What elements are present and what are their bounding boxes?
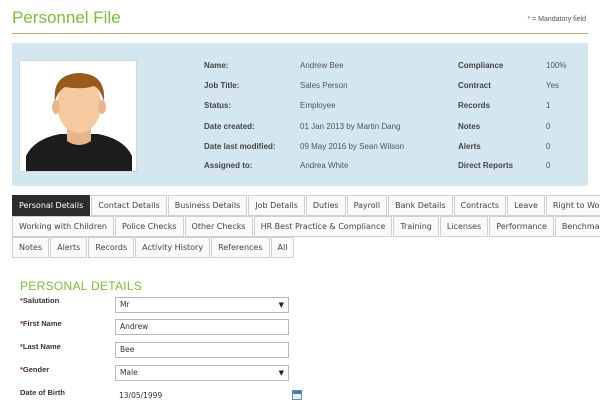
- name-value: Andrew Bee: [300, 61, 344, 70]
- first-name-value: Andrew: [120, 322, 149, 331]
- status-label: Status:: [204, 101, 232, 110]
- tab-job-details[interactable]: Job Details: [248, 195, 305, 216]
- tab-activity-history[interactable]: Activity History: [135, 237, 211, 258]
- last-name-field[interactable]: Bee: [115, 342, 289, 358]
- tab-working-with-children[interactable]: Working with Children: [12, 216, 114, 237]
- contract-value: Yes: [546, 81, 560, 90]
- assigned-to-value: Andrea White: [300, 161, 349, 170]
- tab-other-checks[interactable]: Other Checks: [184, 216, 253, 237]
- page-header: Personnel File * = Mandatory field: [12, 8, 588, 34]
- direct-reports-value: 0: [546, 161, 551, 170]
- date-created-value: 01 Jan 2013 by Martin Dang: [300, 122, 401, 131]
- status-value: Employee: [300, 101, 336, 110]
- tab-performance[interactable]: Performance: [489, 216, 554, 237]
- tab-contracts[interactable]: Contracts: [453, 195, 507, 216]
- contract-label: Contract: [458, 81, 491, 90]
- job-title-value: Sales Person: [300, 81, 348, 90]
- alerts-value: 0: [546, 142, 551, 151]
- gender-value: Male: [120, 368, 138, 377]
- direct-reports-label: Direct Reports: [458, 161, 514, 170]
- tab-hr-best-practice[interactable]: HR Best Practice & Compliance: [253, 216, 393, 237]
- avatar: [19, 60, 137, 172]
- name-label: Name:: [204, 61, 229, 70]
- dob-label: Date of Birth: [20, 388, 65, 397]
- salutation-value: Mr: [120, 300, 130, 309]
- tab-right-to-work[interactable]: Right to Work: [545, 195, 600, 216]
- tab-leave[interactable]: Leave: [507, 195, 545, 216]
- tab-duties[interactable]: Duties: [305, 195, 346, 216]
- tab-alerts[interactable]: Alerts: [50, 237, 88, 258]
- section-title: PERSONAL DETAILS: [20, 279, 143, 293]
- first-name-field[interactable]: Andrew: [115, 319, 289, 335]
- alerts-label: Alerts: [458, 142, 481, 151]
- tab-payroll[interactable]: Payroll: [346, 195, 388, 216]
- notes-value: 0: [546, 122, 551, 131]
- gender-select[interactable]: Male ▼: [115, 365, 289, 381]
- tab-police-checks[interactable]: Police Checks: [114, 216, 184, 237]
- info-name: Name:: [204, 60, 228, 72]
- date-modified-value: 09 May 2016 by Sean Wilson: [300, 142, 405, 151]
- assigned-to-label: Assigned to:: [204, 161, 253, 170]
- compliance-value: 100%: [546, 61, 567, 70]
- tab-personal-details[interactable]: Personal Details: [12, 195, 91, 216]
- tab-notes[interactable]: Notes: [12, 237, 50, 258]
- tab-references[interactable]: References: [211, 237, 270, 258]
- chevron-down-icon: ▼: [278, 369, 284, 377]
- tabs-row-3: Notes Alerts Records Activity History Re…: [12, 237, 295, 258]
- mandatory-field-note: * = Mandatory field: [527, 16, 586, 23]
- salutation-label: *Salutation: [20, 296, 60, 305]
- tab-records[interactable]: Records: [88, 237, 135, 258]
- tab-benchmarking[interactable]: Benchmarking: [554, 216, 600, 237]
- tab-contact-details[interactable]: Contact Details: [91, 195, 167, 216]
- date-modified-label: Date last modified:: [204, 142, 276, 151]
- records-value: 1: [546, 101, 551, 110]
- last-name-label: *Last Name: [20, 342, 61, 351]
- tab-training[interactable]: Training: [393, 216, 439, 237]
- person-avatar-icon: [20, 61, 136, 171]
- salutation-select[interactable]: Mr ▼: [115, 297, 289, 313]
- compliance-label: Compliance: [458, 61, 504, 70]
- tab-licenses[interactable]: Licenses: [439, 216, 489, 237]
- tab-all[interactable]: All: [270, 237, 295, 258]
- notes-label: Notes: [458, 122, 481, 131]
- last-name-value: Bee: [120, 345, 135, 354]
- records-label: Records: [458, 101, 491, 110]
- date-created-label: Date created:: [204, 122, 255, 131]
- tabs-row-1: Personal Details Contact Details Busines…: [12, 195, 600, 216]
- first-name-label: *First Name: [20, 319, 62, 328]
- job-title-label: Job Title:: [204, 81, 240, 90]
- calendar-icon[interactable]: [292, 390, 302, 400]
- dob-field[interactable]: 13/05/1999: [115, 389, 289, 404]
- tab-business-details[interactable]: Business Details: [167, 195, 248, 216]
- page-title: Personnel File: [12, 8, 121, 27]
- profile-summary-panel: Name: Andrew Bee Job Title: Sales Person…: [12, 43, 588, 186]
- tab-bank-details[interactable]: Bank Details: [388, 195, 453, 216]
- tabs-row-2: Working with Children Police Checks Othe…: [12, 216, 600, 237]
- gender-label: *Gender: [20, 365, 50, 374]
- dob-value: 13/05/1999: [119, 391, 163, 400]
- chevron-down-icon: ▼: [278, 301, 284, 309]
